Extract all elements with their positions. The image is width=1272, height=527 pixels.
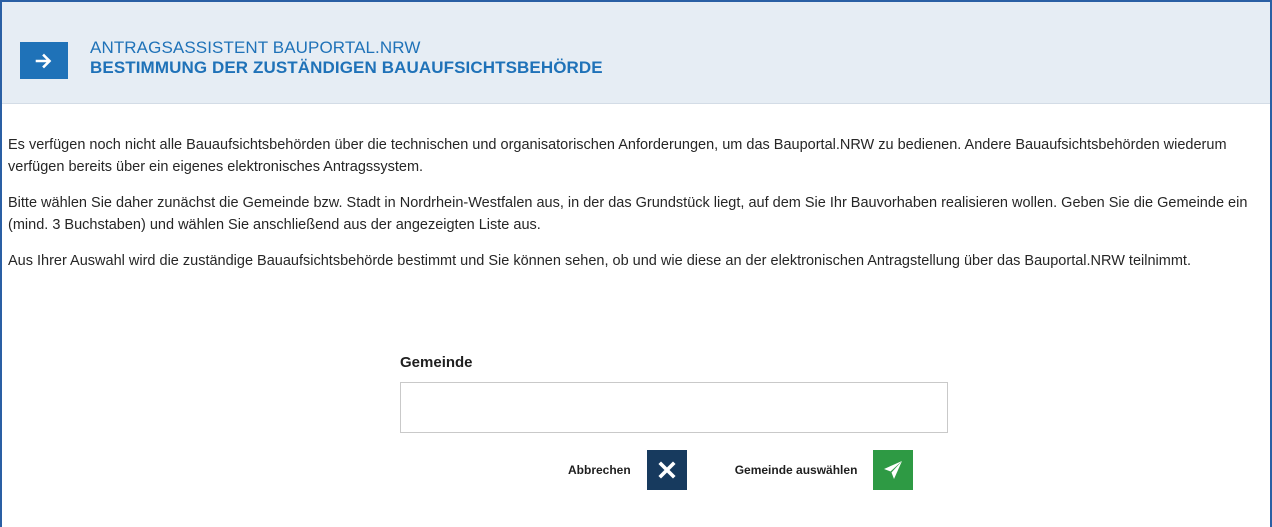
header-title: BESTIMMUNG DER ZUSTÄNDIGEN BAUAUFSICHTSB… <box>90 58 603 77</box>
gemeinde-label: Gemeinde <box>400 354 473 371</box>
dialog-header: ANTRAGSASSISTENT BAUPORTAL.NRW BESTIMMUN… <box>2 2 1270 104</box>
intro-paragraph-1: Es verfügen noch nicht alle Bauaufsichts… <box>8 137 1227 175</box>
submit-button[interactable] <box>873 450 914 490</box>
intro-paragraph-2: Bitte wählen Sie daher zunächst die Geme… <box>8 195 1248 233</box>
form-actions: Abbrechen Gemeinde auswählen <box>568 450 914 490</box>
cancel-button[interactable] <box>646 450 687 490</box>
gemeinde-input[interactable] <box>400 382 948 433</box>
gemeinde-form: Gemeinde <box>400 354 948 433</box>
header-subtitle: ANTRAGSASSISTENT BAUPORTAL.NRW <box>90 38 421 57</box>
arrow-right-icon-glyph <box>35 53 52 68</box>
header-text: ANTRAGSASSISTENT BAUPORTAL.NRW BESTIMMUN… <box>90 38 603 78</box>
cancel-label[interactable]: Abbrechen <box>568 463 631 477</box>
submit-action[interactable]: Gemeinde auswählen <box>735 450 914 490</box>
arrow-right-icon <box>20 42 68 79</box>
close-icon <box>658 461 676 479</box>
wizard-dialog: ANTRAGSASSISTENT BAUPORTAL.NRW BESTIMMUN… <box>0 0 1272 527</box>
send-icon <box>884 461 903 479</box>
submit-label[interactable]: Gemeinde auswählen <box>735 463 858 477</box>
cancel-action[interactable]: Abbrechen <box>568 450 735 490</box>
dialog-content: Es verfügen noch nicht alle Bauaufsichts… <box>2 104 1270 272</box>
intro-paragraph-3: Aus Ihrer Auswahl wird die zuständige Ba… <box>8 253 1191 269</box>
